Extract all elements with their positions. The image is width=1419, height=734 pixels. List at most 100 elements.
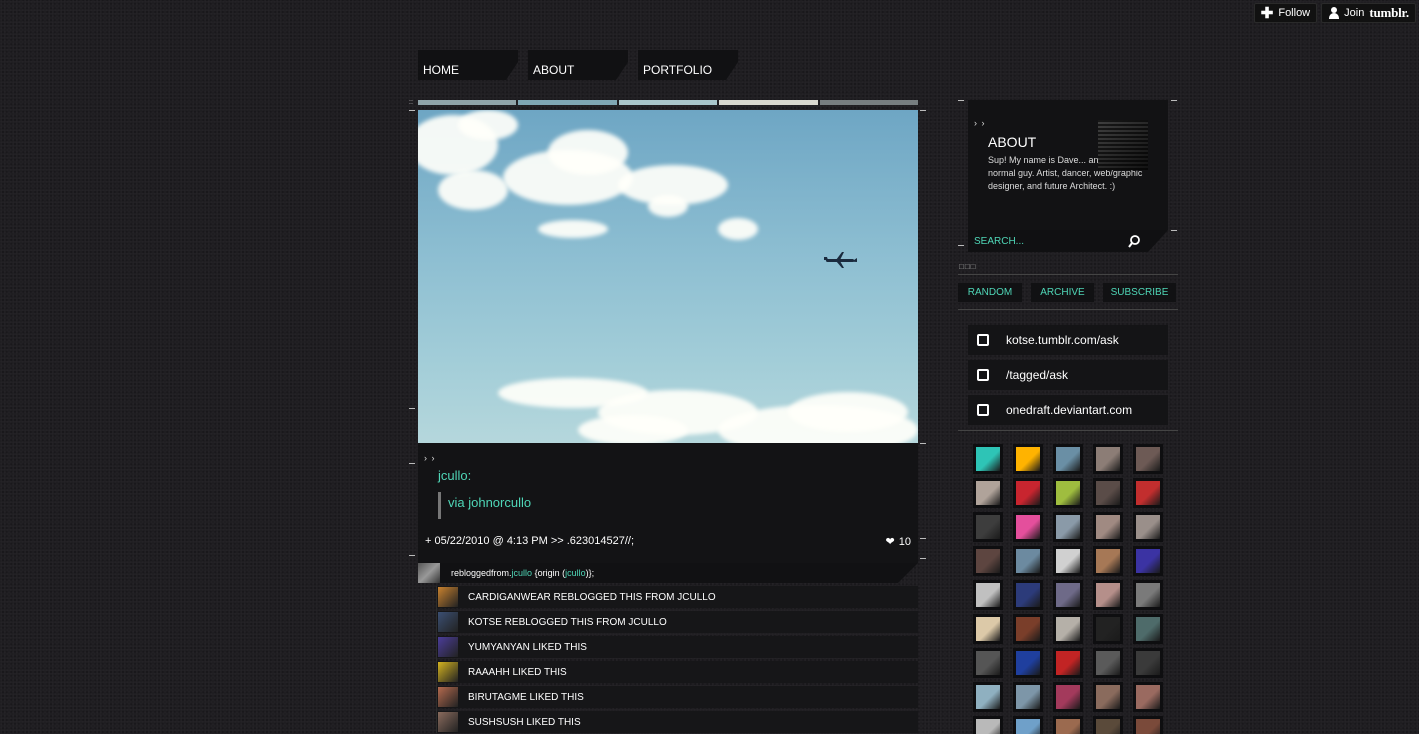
- nav-home[interactable]: HOME: [418, 50, 518, 80]
- follower-avatar[interactable]: [1053, 512, 1083, 542]
- about-box: › › ABOUT Sup! My name is Dave... and st…: [968, 100, 1168, 230]
- archive-button[interactable]: ARCHIVE: [1031, 283, 1094, 302]
- nav-portfolio[interactable]: PORTFOLIO: [638, 50, 738, 80]
- sidebar-links: kotse.tumblr.com/ask /tagged/ask onedraf…: [958, 325, 1178, 425]
- reblog-avatar[interactable]: [418, 563, 440, 583]
- follower-avatar[interactable]: [1093, 682, 1123, 712]
- join-tumblr-button[interactable]: Join tumblr.: [1321, 3, 1416, 23]
- note-avatar[interactable]: [438, 587, 458, 607]
- note-item: CARDIGANWEAR REBLOGGED THIS FROM JCULLO: [437, 586, 918, 608]
- follower-avatar[interactable]: [1133, 512, 1163, 542]
- sidebar-link[interactable]: /tagged/ask: [968, 360, 1168, 390]
- follower-avatar[interactable]: [973, 580, 1003, 610]
- like-count-value: 10: [898, 535, 911, 548]
- follower-avatar[interactable]: [1013, 546, 1043, 576]
- tumblr-brand: tumblr.: [1369, 5, 1409, 20]
- note-text[interactable]: YUMYANYAN LIKED THIS: [468, 642, 587, 653]
- note-item: BIRUTAGME LIKED THIS: [437, 686, 918, 708]
- note-item: KOTSE REBLOGGED THIS FROM JCULLO: [437, 611, 918, 633]
- note-text[interactable]: RAAAHH LIKED THIS: [468, 667, 567, 678]
- follower-avatar[interactable]: [1093, 512, 1123, 542]
- follower-avatar[interactable]: [1093, 648, 1123, 678]
- follower-avatar[interactable]: [1053, 716, 1083, 734]
- avatar: [1098, 120, 1148, 170]
- note-avatar[interactable]: [438, 687, 458, 707]
- search-input[interactable]: [974, 235, 1114, 247]
- random-button[interactable]: RANDOM: [958, 283, 1022, 302]
- follower-avatar[interactable]: [973, 716, 1003, 734]
- note-text[interactable]: KOTSE REBLOGGED THIS FROM JCULLO: [468, 617, 667, 628]
- follower-avatar[interactable]: [1133, 580, 1163, 610]
- divider: [958, 309, 1178, 310]
- follower-avatar[interactable]: [973, 444, 1003, 474]
- reblog-origin-suffix: )};: [585, 568, 595, 578]
- sidebar-link[interactable]: kotse.tumblr.com/ask: [968, 325, 1168, 355]
- subscribe-button[interactable]: SUBSCRIBE: [1103, 283, 1176, 302]
- photo-thumb[interactable]: [819, 100, 919, 105]
- search-icon[interactable]: [1128, 234, 1140, 248]
- corner-tick: [920, 558, 926, 559]
- post-photo[interactable]: [418, 110, 918, 443]
- follower-avatar[interactable]: [973, 682, 1003, 712]
- photo-thumb[interactable]: [618, 100, 718, 105]
- follower-avatar[interactable]: [973, 546, 1003, 576]
- note-avatar[interactable]: [438, 662, 458, 682]
- follower-avatar[interactable]: [1013, 614, 1043, 644]
- note-text[interactable]: CARDIGANWEAR REBLOGGED THIS FROM JCULLO: [468, 592, 716, 603]
- follower-avatar[interactable]: [1013, 716, 1043, 734]
- follower-avatar[interactable]: [973, 478, 1003, 508]
- caption-username[interactable]: jcullo:: [438, 468, 918, 483]
- follower-avatar[interactable]: [1133, 444, 1163, 474]
- follower-avatar[interactable]: [1053, 546, 1083, 576]
- follower-avatar[interactable]: [1133, 546, 1163, 576]
- photo-thumb[interactable]: [719, 100, 818, 105]
- follower-avatar[interactable]: [1093, 478, 1123, 508]
- follower-avatar[interactable]: [1093, 716, 1123, 734]
- follower-avatar[interactable]: [1133, 682, 1163, 712]
- follower-avatar[interactable]: [1133, 478, 1163, 508]
- note-text[interactable]: BIRUTAGME LIKED THIS: [468, 692, 584, 703]
- follower-avatar[interactable]: [1133, 716, 1163, 734]
- follower-avatar[interactable]: [1093, 546, 1123, 576]
- squares-icon: □□□: [959, 262, 977, 271]
- follower-avatar[interactable]: [1053, 614, 1083, 644]
- corner-tick: [409, 408, 415, 409]
- nav-about[interactable]: ABOUT: [528, 50, 628, 80]
- main-nav: HOME ABOUT PORTFOLIO: [418, 50, 738, 80]
- note-avatar[interactable]: [438, 612, 458, 632]
- follower-avatar[interactable]: [1053, 682, 1083, 712]
- follow-button[interactable]: ✚ Follow: [1253, 3, 1318, 23]
- follower-avatar[interactable]: [973, 614, 1003, 644]
- follower-avatar[interactable]: [1093, 580, 1123, 610]
- note-avatar[interactable]: [438, 637, 458, 657]
- photo-thumb[interactable]: [518, 100, 617, 105]
- follower-avatar[interactable]: [1093, 614, 1123, 644]
- follower-avatar[interactable]: [1013, 648, 1043, 678]
- follower-avatar[interactable]: [1053, 580, 1083, 610]
- caption-quote[interactable]: via johnorcullo: [438, 492, 918, 519]
- corner-tick: [920, 110, 926, 111]
- checkbox-icon: [977, 404, 989, 416]
- note-item: YUMYANYAN LIKED THIS: [437, 636, 918, 658]
- follower-avatar[interactable]: [973, 648, 1003, 678]
- reblog-user-link[interactable]: jcullo: [512, 568, 533, 578]
- origin-user-link[interactable]: jcullo: [565, 568, 586, 578]
- follower-avatar[interactable]: [1053, 444, 1083, 474]
- post-date[interactable]: + 05/22/2010 @ 4:13 PM >> .623014527//;: [425, 535, 634, 548]
- follower-avatar[interactable]: [1133, 614, 1163, 644]
- corner-tick: [920, 538, 926, 539]
- follower-avatar[interactable]: [1093, 444, 1123, 474]
- follower-avatar[interactable]: [973, 512, 1003, 542]
- follower-avatar[interactable]: [1013, 580, 1043, 610]
- follower-avatar[interactable]: [1053, 648, 1083, 678]
- follower-avatar[interactable]: [1013, 682, 1043, 712]
- photo-thumb[interactable]: [418, 100, 517, 105]
- follower-avatar[interactable]: [1053, 478, 1083, 508]
- follower-avatar[interactable]: [1133, 648, 1163, 678]
- note-text[interactable]: SUSHSUSH LIKED THIS: [468, 717, 581, 728]
- note-avatar[interactable]: [438, 712, 458, 732]
- sidebar-link[interactable]: onedraft.deviantart.com: [968, 395, 1168, 425]
- follower-avatar[interactable]: [1013, 512, 1043, 542]
- follower-avatar[interactable]: [1013, 478, 1043, 508]
- follower-avatar[interactable]: [1013, 444, 1043, 474]
